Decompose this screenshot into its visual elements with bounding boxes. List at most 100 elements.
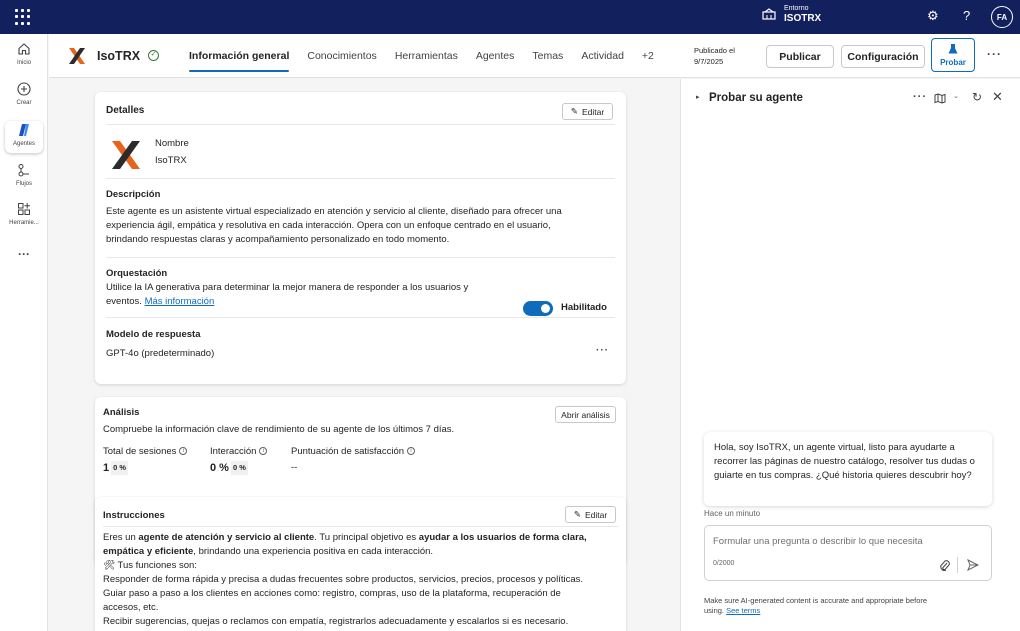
info-icon[interactable]: i: [179, 447, 188, 456]
instructions-fragment: . Tu principal objetivo es: [314, 532, 419, 543]
instructions-fragment: empática y eficiente: [103, 546, 194, 557]
help-icon[interactable]: ?: [963, 8, 970, 23]
nav-item-home[interactable]: Inicio: [0, 42, 48, 66]
orchestration-line: eventos.: [106, 296, 142, 307]
agents-icon: [19, 124, 29, 136]
metric-label: Interacción: [210, 446, 257, 457]
agent-header: IsoTRX ✓ Información general Conocimient…: [49, 34, 1020, 78]
orchestration-line: Utilice la IA generativa para determinar…: [106, 282, 469, 293]
test-button[interactable]: Probar: [931, 38, 975, 72]
published-info: Publicado el 9/7/2025: [694, 45, 735, 67]
attach-icon[interactable]: [939, 559, 950, 571]
tab-agents[interactable]: Agentes: [467, 34, 524, 78]
details-card: Detalles ✎ Editar Nombre IsoTRX Descripc…: [95, 92, 626, 384]
instructions-fragment: ayudar a los usuarios de forma clara,: [418, 532, 587, 543]
metric-label: Total de sesiones: [103, 446, 177, 457]
nav-label: Crear: [16, 100, 32, 106]
details-title: Detalles: [106, 105, 145, 116]
nav-label: Inicio: [16, 60, 31, 66]
map-icon[interactable]: [934, 93, 946, 104]
edit-label: Editar: [584, 509, 608, 520]
settings-icon[interactable]: ⚙: [927, 8, 939, 24]
divider: [103, 526, 618, 527]
panel-more-icon[interactable]: ···: [913, 91, 927, 103]
nav-item-tools[interactable]: Herramie...: [0, 202, 48, 226]
orchestration-text: Utilice la IA generativa para determinar…: [106, 281, 506, 309]
analysis-subtitle: Compruebe la información clave de rendim…: [103, 424, 455, 435]
tab-more[interactable]: +2: [633, 34, 663, 78]
agent-logo-large: [112, 141, 140, 169]
environment-icon: [762, 8, 776, 20]
refresh-icon[interactable]: ↻: [972, 90, 982, 104]
tab-topics[interactable]: Temas: [523, 34, 572, 78]
instructions-card: Instrucciones ✎ Editar Eres un agente de…: [95, 497, 626, 631]
environment-picker[interactable]: Entorno ISOTRX: [762, 4, 821, 24]
toggle-label: Habilitado: [561, 302, 607, 313]
edit-details-button[interactable]: ✎ Editar: [562, 103, 613, 120]
nav-label: Herramie...: [9, 220, 39, 226]
open-analysis-button[interactable]: Abrir análisis: [555, 406, 616, 423]
send-icon[interactable]: [967, 559, 979, 571]
info-icon[interactable]: i: [259, 447, 268, 456]
agent-message-bubble: Hola, soy IsoTRX, un agente virtual, lis…: [704, 432, 992, 506]
tab-tools[interactable]: Herramientas: [386, 34, 467, 78]
tab-knowledge[interactable]: Conocimientos: [298, 34, 385, 78]
metric-label: Puntuación de satisfacción: [291, 446, 405, 457]
model-value: GPT-4o (predeterminado): [106, 348, 215, 359]
nav-label: Flujos: [15, 181, 32, 187]
nav-item-flows[interactable]: Flujos: [0, 163, 48, 187]
flows-icon: [18, 164, 29, 177]
chat-input-placeholder[interactable]: Formular una pregunta o describir lo que…: [713, 536, 923, 547]
tools-icon: [18, 203, 30, 215]
message-timestamp: Hace un minuto: [704, 509, 761, 518]
tab-overview[interactable]: Información general: [180, 34, 298, 78]
info-icon[interactable]: i: [407, 447, 416, 456]
model-options-icon[interactable]: ···: [596, 345, 609, 356]
ai-disclaimer: Make sure AI-generated content is accura…: [704, 596, 994, 616]
agent-logo: [69, 48, 85, 64]
configuration-button[interactable]: Configuración: [841, 45, 925, 68]
character-counter: 0/2000: [713, 560, 735, 567]
instructions-text: Eres un agente de atención y servicio al…: [103, 531, 618, 629]
close-icon[interactable]: ✕: [992, 89, 1003, 105]
analysis-title: Análisis: [103, 407, 140, 418]
see-terms-link[interactable]: See terms: [726, 606, 760, 615]
nav-item-agents[interactable]: Agentes: [0, 123, 48, 147]
description-line: brindando respuestas claras y acompañami…: [106, 234, 450, 245]
chevron-down-icon[interactable]: ⌄: [953, 92, 959, 100]
description-text: Este agente es un asistente virtual espe…: [106, 205, 611, 247]
user-avatar[interactable]: FA: [991, 6, 1013, 28]
main-content: Detalles ✎ Editar Nombre IsoTRX Descripc…: [49, 79, 679, 631]
orchestration-toggle[interactable]: [523, 301, 553, 316]
environment-value: ISOTRX: [784, 13, 822, 24]
nav-label: Agentes: [12, 141, 36, 147]
metric-label-engagement: Interacción i: [210, 445, 268, 459]
metric-value: 0 %: [210, 462, 229, 474]
more-options-icon[interactable]: ···: [987, 47, 1002, 61]
metric-label-satisfaction: Puntuación de satisfacción i: [291, 445, 416, 459]
metric-label-sessions: Total de sesiones i: [103, 445, 188, 459]
metric-change-chip: 0 %: [230, 461, 248, 476]
collapse-caret-icon[interactable]: ▸: [696, 93, 700, 101]
instructions-fragment: , brindando una experiencia positiva en …: [193, 546, 434, 557]
instructions-line: Responder de forma rápida y precisa a du…: [103, 574, 583, 585]
instructions-line: Recibir sugerencias, quejas o reclamos c…: [103, 616, 569, 627]
chat-composer[interactable]: Formular una pregunta o describir lo que…: [704, 525, 992, 581]
description-label: Descripción: [106, 189, 161, 200]
publish-button[interactable]: Publicar: [766, 45, 834, 68]
disclaimer-text: Make sure AI-generated content is accura…: [704, 596, 928, 605]
published-date: 9/7/2025: [694, 57, 724, 66]
home-icon: [18, 43, 30, 55]
tab-activity[interactable]: Actividad: [572, 34, 633, 78]
divider: [106, 178, 615, 179]
app-launcher-icon[interactable]: [15, 9, 31, 25]
edit-instructions-button[interactable]: ✎ Editar: [565, 506, 616, 523]
nav-item-create[interactable]: Crear: [0, 82, 48, 106]
tools-emoji-icon: 🛠: [103, 560, 116, 571]
more-info-link[interactable]: Más información: [145, 296, 215, 307]
instructions-fragment: agente de atención y servicio al cliente: [138, 532, 315, 543]
nav-more-icon[interactable]: ···: [0, 247, 48, 261]
divider: [106, 317, 615, 318]
metric-value-engagement: 0 % 0 %: [210, 461, 248, 476]
name-value: IsoTRX: [155, 155, 187, 166]
